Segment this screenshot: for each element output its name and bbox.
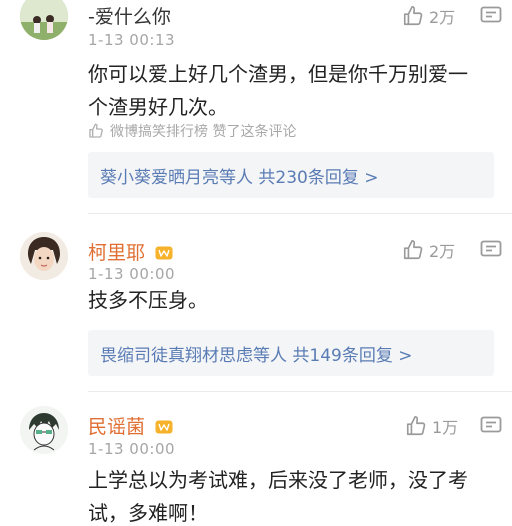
comment-text: 你可以爱上好几个渣男，但是你千万别爱一 个渣男好几次。 — [88, 58, 488, 124]
vip-badge-icon — [155, 417, 173, 439]
replies-link[interactable]: 畏缩司徒真翔材思虑等人 共149条回复 > — [88, 330, 494, 376]
replies-text: 畏缩司徒真翔材思虑等人 共149条回复 > — [100, 345, 413, 366]
liked-by-author: 微博搞笑排行榜 赞了这条评论 — [88, 121, 296, 141]
thumbs-up-icon — [406, 416, 426, 436]
comment-text-line: 试，多难啊！ — [88, 501, 208, 525]
divider — [88, 213, 512, 214]
thumbs-up-icon — [403, 6, 423, 26]
timestamp: 1-13 00:00 — [88, 265, 176, 283]
like-button[interactable]: 1万 — [405, 414, 458, 438]
reply-button[interactable] — [480, 416, 502, 436]
username-text: 柯里耶 — [88, 242, 146, 264]
comment-icon — [480, 416, 502, 433]
comment-text-line: 你可以爱上好几个渣男，但是你千万别爱一 — [88, 62, 468, 86]
comment-icon — [480, 240, 502, 257]
avatar[interactable] — [20, 232, 68, 280]
replies-text: 葵小葵爱晒月亮等人 共230条回复 > — [100, 167, 379, 188]
like-count: 2万 — [429, 242, 456, 261]
replies-link[interactable]: 葵小葵爱晒月亮等人 共230条回复 > — [88, 152, 494, 198]
comment-text-line: 上学总以为考试难，后来没了老师，没了考 — [88, 468, 468, 492]
liked-by-text: 微博搞笑排行榜 赞了这条评论 — [110, 124, 297, 140]
reply-button[interactable] — [480, 240, 502, 260]
reply-button[interactable] — [480, 6, 502, 26]
avatar[interactable] — [20, 0, 68, 40]
like-button[interactable]: 2万 — [402, 4, 455, 28]
comment-icon — [480, 6, 502, 23]
vip-badge-icon — [155, 243, 173, 265]
comment-text: 上学总以为考试难，后来没了老师，没了考 试，多难啊！ — [88, 464, 488, 526]
avatar[interactable] — [20, 406, 68, 454]
comment-3: 民谣菌 1-13 00:00 1万 上学总以为考试难，后来没了老师，没了考 试，… — [0, 400, 512, 526]
username[interactable]: 民谣菌 — [88, 412, 173, 439]
timestamp: 1-13 00:00 — [88, 440, 176, 458]
comment-text: 技多不压身。 — [88, 284, 488, 317]
like-count: 1万 — [432, 418, 459, 437]
comment-text-line: 技多不压身。 — [88, 288, 208, 312]
like-count: 2万 — [429, 8, 456, 27]
timestamp: 1-13 00:13 — [88, 31, 176, 49]
thumbs-up-icon — [403, 240, 423, 260]
username-text: 民谣菌 — [88, 416, 146, 438]
username[interactable]: 柯里耶 — [88, 238, 173, 265]
comment-2: 柯里耶 1-13 00:00 2万 技多不压身。 畏缩司徒真翔材思虑等人 共14… — [0, 228, 512, 392]
username[interactable]: -爱什么你 — [88, 2, 171, 29]
like-button[interactable]: 2万 — [402, 238, 455, 262]
comment-1: -爱什么你 1-13 00:13 2万 你可以爱上好几个渣男，但是你千万别爱一 … — [0, 0, 512, 214]
divider — [88, 391, 512, 392]
comment-text-line: 个渣男好几次。 — [88, 95, 228, 119]
thumbs-up-icon — [89, 123, 103, 138]
